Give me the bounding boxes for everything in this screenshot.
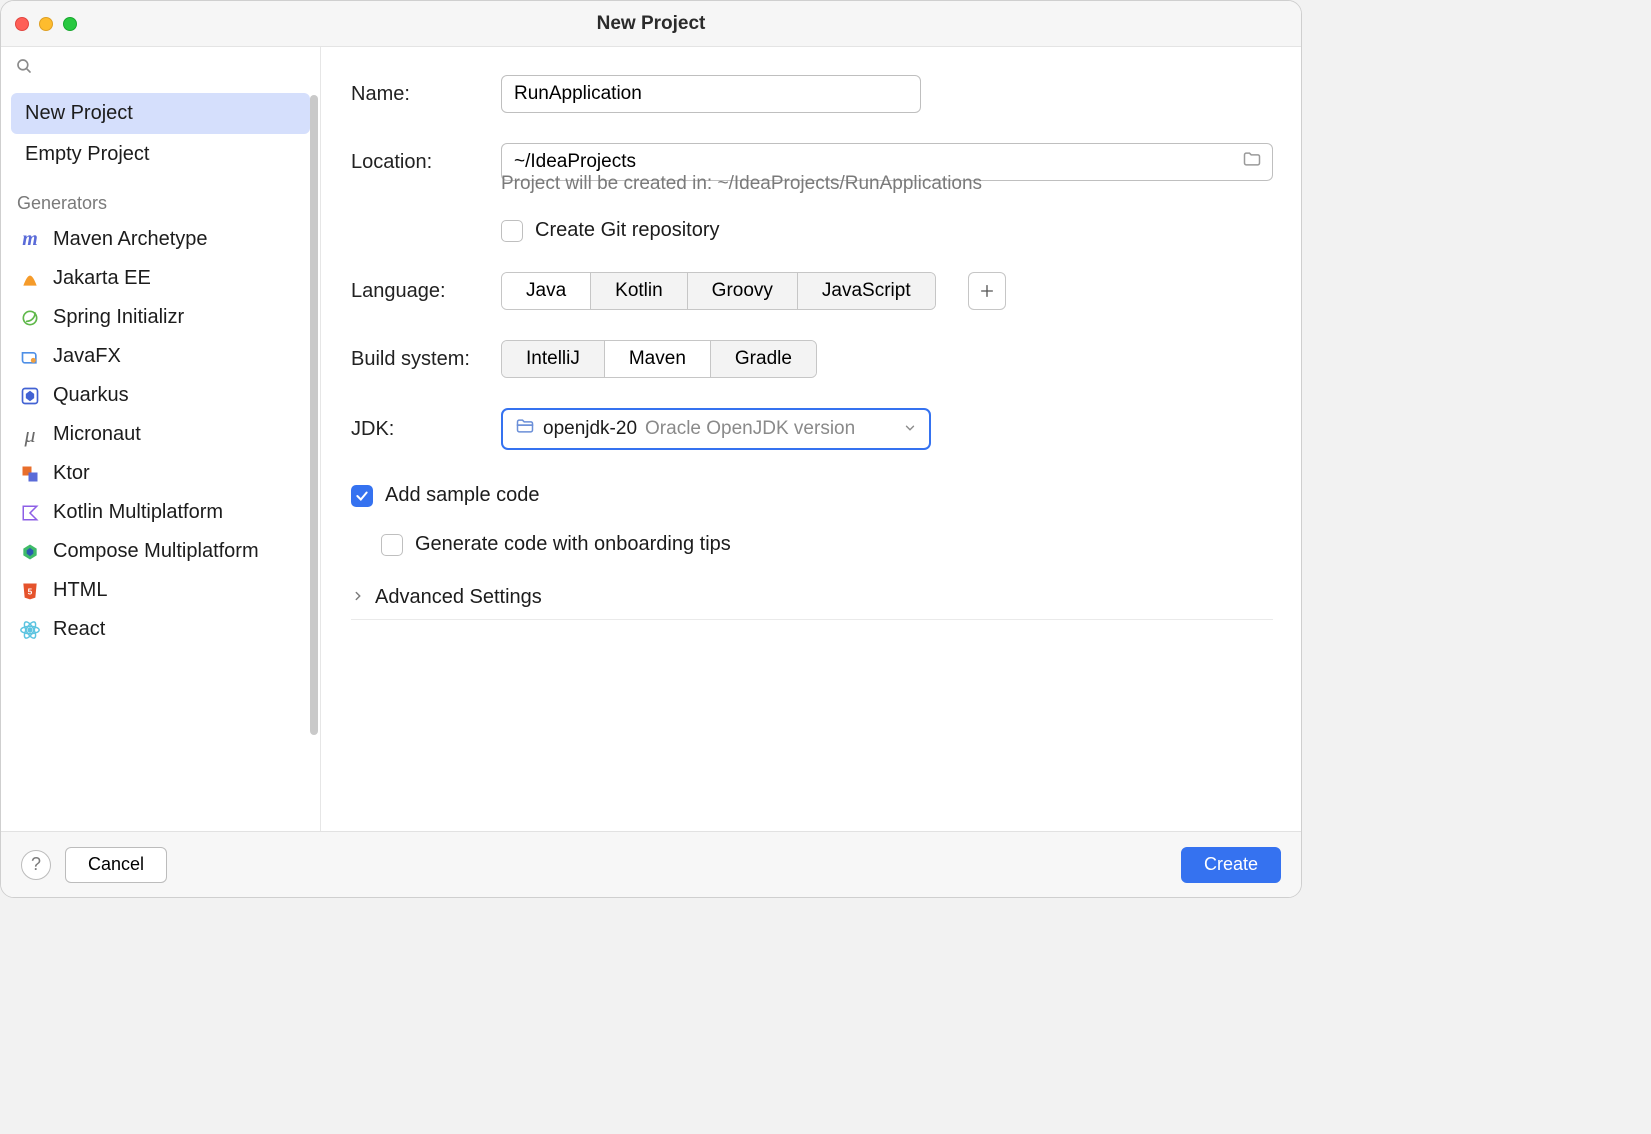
generators-section-label: Generators <box>1 175 320 220</box>
main-form: Name: Location: Project will be created … <box>321 47 1301 831</box>
language-segmented: Java Kotlin Groovy JavaScript <box>501 272 936 310</box>
close-window-button[interactable] <box>15 17 29 31</box>
generator-jakarta-ee[interactable]: Jakarta EE <box>9 259 312 298</box>
generator-label: Compose Multiplatform <box>53 540 259 563</box>
generator-label: Ktor <box>53 462 90 485</box>
window-controls <box>15 17 77 31</box>
generator-micronaut[interactable]: μ Micronaut <box>9 415 312 454</box>
generator-react[interactable]: React <box>9 610 312 649</box>
html-icon: 5 <box>19 580 41 602</box>
dialog-content: New Project Empty Project Generators m M… <box>1 47 1301 831</box>
generator-kotlin-multiplatform[interactable]: Kotlin Multiplatform <box>9 493 312 532</box>
sidebar-item-empty-project[interactable]: Empty Project <box>11 134 310 175</box>
spring-icon <box>19 307 41 329</box>
create-button[interactable]: Create <box>1181 847 1281 883</box>
language-row: Language: Java Kotlin Groovy JavaScript <box>351 272 1273 310</box>
name-row: Name: <box>351 75 1273 113</box>
jdk-selected-name: openjdk-20 <box>543 418 637 440</box>
cancel-button[interactable]: Cancel <box>65 847 167 883</box>
javafx-icon <box>19 346 41 368</box>
chevron-down-icon <box>903 418 917 441</box>
svg-text:5: 5 <box>28 586 33 596</box>
search-input[interactable] <box>41 59 308 80</box>
sample-code-checkbox[interactable] <box>351 485 373 507</box>
new-project-dialog: New Project New Project Empty Project Ge… <box>0 0 1302 898</box>
generator-label: React <box>53 618 105 641</box>
language-label: Language: <box>351 280 481 303</box>
jdk-folder-icon <box>515 416 535 442</box>
browse-folder-icon[interactable] <box>1242 149 1262 175</box>
location-label: Location: <box>351 151 481 174</box>
git-repo-checkbox[interactable] <box>501 220 523 242</box>
jdk-row: JDK: openjdk-20 Oracle OpenJDK version <box>351 408 1273 450</box>
build-option-gradle[interactable]: Gradle <box>710 341 816 377</box>
onboarding-row: Generate code with onboarding tips <box>381 533 1273 556</box>
location-input[interactable] <box>514 151 1242 173</box>
generator-label: Kotlin Multiplatform <box>53 501 223 524</box>
generator-javafx[interactable]: JavaFX <box>9 337 312 376</box>
sidebar: New Project Empty Project Generators m M… <box>1 47 321 831</box>
generator-label: JavaFX <box>53 345 121 368</box>
sidebar-item-label: Empty Project <box>25 143 149 165</box>
build-option-intellij[interactable]: IntelliJ <box>502 341 604 377</box>
ktor-icon <box>19 463 41 485</box>
generator-spring-initializr[interactable]: Spring Initializr <box>9 298 312 337</box>
language-option-java[interactable]: Java <box>502 273 590 309</box>
generator-label: HTML <box>53 579 107 602</box>
advanced-settings-label: Advanced Settings <box>375 586 542 609</box>
minimize-window-button[interactable] <box>39 17 53 31</box>
sample-code-label: Add sample code <box>385 484 540 507</box>
search-icon <box>15 57 33 81</box>
build-system-label: Build system: <box>351 348 481 371</box>
generator-quarkus[interactable]: Quarkus <box>9 376 312 415</box>
sidebar-item-label: New Project <box>25 102 133 124</box>
generator-html[interactable]: 5 HTML <box>9 571 312 610</box>
generator-maven-archetype[interactable]: m Maven Archetype <box>9 220 312 259</box>
search-row <box>1 47 320 87</box>
titlebar: New Project <box>1 1 1301 47</box>
micronaut-icon: μ <box>19 424 41 446</box>
compose-icon <box>19 541 41 563</box>
generator-label: Micronaut <box>53 423 141 446</box>
sidebar-item-new-project[interactable]: New Project <box>11 93 310 134</box>
dialog-footer: ? Cancel Create <box>1 831 1301 897</box>
generator-label: Quarkus <box>53 384 129 407</box>
add-language-button[interactable] <box>968 272 1006 310</box>
react-icon <box>19 619 41 641</box>
language-option-kotlin[interactable]: Kotlin <box>590 273 687 309</box>
sidebar-scrollbar[interactable] <box>310 95 318 735</box>
help-button[interactable]: ? <box>21 850 51 880</box>
jdk-selected-detail: Oracle OpenJDK version <box>645 418 855 440</box>
onboarding-label: Generate code with onboarding tips <box>415 533 731 556</box>
build-system-segmented: IntelliJ Maven Gradle <box>501 340 817 378</box>
name-input[interactable] <box>501 75 921 113</box>
maven-icon: m <box>19 229 41 251</box>
build-option-maven[interactable]: Maven <box>604 341 710 377</box>
generator-label: Jakarta EE <box>53 267 151 290</box>
build-system-row: Build system: IntelliJ Maven Gradle <box>351 340 1273 378</box>
window-title: New Project <box>597 13 706 35</box>
zoom-window-button[interactable] <box>63 17 77 31</box>
advanced-settings-toggle[interactable]: Advanced Settings <box>351 586 1273 620</box>
kotlin-icon <box>19 502 41 524</box>
chevron-right-icon <box>351 586 365 609</box>
generator-label: Spring Initializr <box>53 306 184 329</box>
jakarta-icon <box>19 268 41 290</box>
generator-label: Maven Archetype <box>53 228 208 251</box>
git-repo-label: Create Git repository <box>535 219 720 242</box>
generator-ktor[interactable]: Ktor <box>9 454 312 493</box>
jdk-select[interactable]: openjdk-20 Oracle OpenJDK version <box>501 408 931 450</box>
quarkus-icon <box>19 385 41 407</box>
onboarding-checkbox[interactable] <box>381 534 403 556</box>
project-type-list: New Project Empty Project <box>1 87 320 175</box>
generators-list: m Maven Archetype Jakarta EE Spring Init… <box>1 220 320 649</box>
language-option-groovy[interactable]: Groovy <box>687 273 797 309</box>
language-option-javascript[interactable]: JavaScript <box>797 273 935 309</box>
jdk-label: JDK: <box>351 418 481 441</box>
sample-code-row: Add sample code <box>351 484 1273 507</box>
git-repo-row: Create Git repository <box>501 219 1273 242</box>
name-label: Name: <box>351 83 481 106</box>
generator-compose-multiplatform[interactable]: Compose Multiplatform <box>9 532 312 571</box>
